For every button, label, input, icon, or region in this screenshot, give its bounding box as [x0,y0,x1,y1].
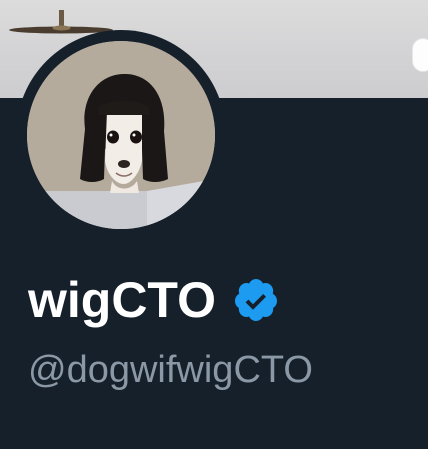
profile-handle: @dogwifwigCTO [28,349,313,391]
profile-header: wigCTO @dogwifwigCTO [0,0,428,449]
dog-with-wig-avatar-image [27,41,215,229]
banner-edge-button[interactable] [412,38,428,72]
display-name-row: wigCTO [28,270,280,330]
verified-badge-icon[interactable] [232,276,280,324]
banner-lamp-image [9,10,113,34]
avatar[interactable] [27,41,215,229]
display-name: wigCTO [28,272,216,328]
